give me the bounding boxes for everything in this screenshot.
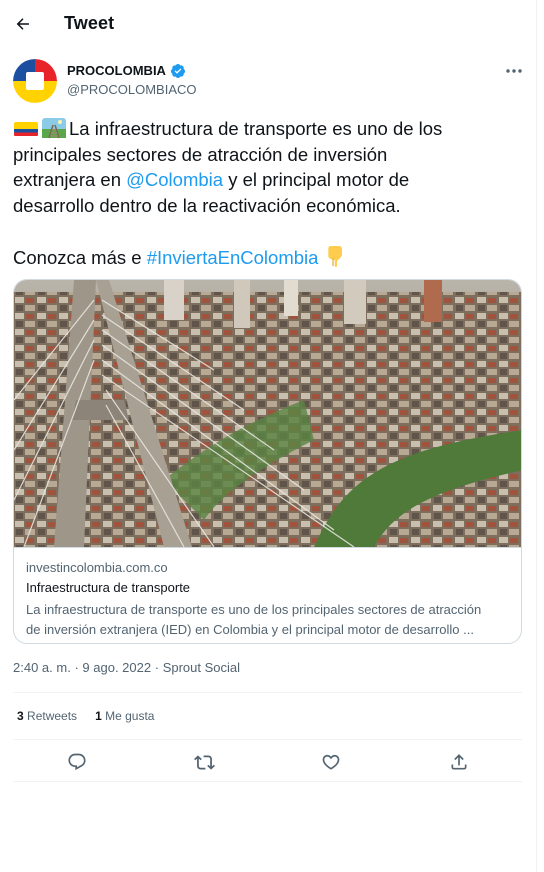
likes-label: Me gusta [105,709,155,723]
meta-separator: · [154,660,160,675]
tweet-line-1: La infraestructura de transporte es uno … [13,116,523,142]
tweet-cta-pre: Conozca más e [13,246,147,268]
tweet-line-2: principales sectores de atracción de inv… [13,143,388,165]
tweet-text: La infraestructura de transporte es uno … [13,116,523,270]
hashtag-link[interactable]: #InviertaEnColombia [147,247,319,268]
card-title: Infraestructura de transporte [26,580,191,595]
retweets-label: Retweets [27,709,78,723]
link-preview-card[interactable]: investincolombia.com.co Infraestructura … [13,279,522,644]
tweet-meta: 2:40 a. m. · 9 ago. 2022 · Sprout Social [13,660,240,675]
meta-separator: · [74,660,79,675]
divider [13,692,522,693]
tweet-line-4: desarrollo dentro de la reactivación eco… [13,194,401,216]
like-icon [322,754,340,770]
more-options-button[interactable] [503,63,525,79]
retweets-count: 3 [17,709,24,723]
tweet-time[interactable]: 2:40 a. m. [13,660,71,675]
card-domain: investincolombia.com.co [26,560,168,575]
verified-badge-icon [170,64,185,78]
tweet-line-3: extranjera en @Colombia y el principal m… [13,167,523,193]
share-button[interactable] [446,749,472,775]
tweet-line-1-text: La infraestructura de transporte es uno … [69,118,443,139]
reply-button[interactable] [64,749,90,775]
card-description: La infraestructura de transporte es uno … [26,600,516,639]
tweet-source[interactable]: Sprout Social [163,660,240,675]
card-description-line-1: La infraestructura de transporte es uno … [26,602,482,617]
more-dots-icon [506,69,522,73]
author-handle[interactable]: @PROCOLOMBIACO [67,82,197,97]
arrow-left-icon [16,18,29,30]
reply-icon [68,753,86,771]
retweet-button[interactable] [191,749,217,775]
like-button[interactable] [318,749,344,775]
railway-track-emoji [42,118,66,139]
likes-count: 1 [95,709,102,723]
card-body: investincolombia.com.co Infraestructura … [14,547,521,643]
tweet-date[interactable]: 9 ago. 2022 [82,660,151,675]
tweet-author: PROCOLOMBIA @PROCOLOMBIACO [13,59,525,105]
tweet-stats: 3 Retweets 1 Me gusta [17,709,154,723]
back-button[interactable] [10,9,36,39]
tweet-line-3-pre: extranjera en [13,169,127,190]
divider [13,781,522,782]
tweet-panel: Tweet PROCOLOMBIA @PROCOLOMBIACO La infr… [0,0,537,872]
retweet-icon [193,754,215,770]
author-name[interactable]: PROCOLOMBIA [67,63,166,78]
page-header: Tweet [0,0,537,50]
tweet-line-3-post: y el principal motor de [223,169,410,190]
share-icon [451,754,467,770]
colombia-flag-emoji [14,122,38,136]
pointing-down-emoji [327,245,342,267]
tweet-actions [13,746,522,776]
procolombia-logo-icon [13,59,57,103]
page-title: Tweet [64,13,115,33]
card-image [14,280,521,547]
avatar[interactable] [13,59,57,103]
tweet-cta-line: Conozca más e #InviertaEnColombia [13,244,523,271]
retweets-stat[interactable]: 3 Retweets [17,709,77,723]
card-description-line-2: de inversión extranjera (IED) en Colombi… [26,621,474,637]
divider [13,739,522,740]
mention-link[interactable]: @Colombia [126,169,223,190]
likes-stat[interactable]: 1 Me gusta [95,709,154,723]
